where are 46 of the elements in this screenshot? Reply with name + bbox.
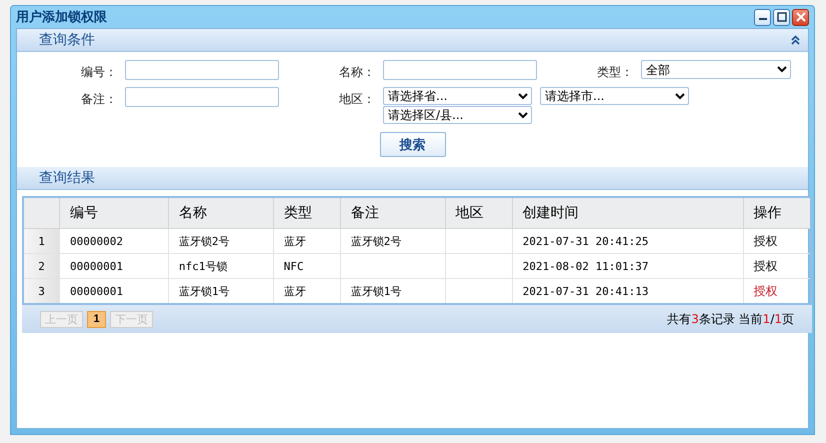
page-button[interactable]: 1 <box>87 310 106 328</box>
window-title: 用户添加锁权限 <box>16 8 108 26</box>
table-cell: 2021-08-02 11:01:37 <box>512 254 744 278</box>
close-button[interactable] <box>792 8 809 26</box>
close-icon <box>796 12 806 22</box>
minimize-button[interactable] <box>754 8 771 26</box>
field-label: 备注： <box>80 91 118 108</box>
table-cell <box>445 254 512 278</box>
section-title: 查询条件 <box>39 31 96 49</box>
column-header: 创建时间 <box>512 197 744 228</box>
authorize-link[interactable]: 授权 <box>754 284 778 298</box>
column-header: 地区 <box>445 197 512 228</box>
table-cell: 蓝牙锁2号 <box>168 228 274 254</box>
field-label: 名称： <box>338 64 376 81</box>
column-header: 编号 <box>60 197 168 228</box>
table-cell: 2021-07-31 20:41:25 <box>512 228 744 254</box>
column-header: 类型 <box>273 197 340 228</box>
maximize-icon <box>776 12 786 22</box>
type-dropdown[interactable]: 全部 <box>641 60 791 79</box>
maximize-button[interactable] <box>773 8 790 26</box>
table-cell <box>445 228 512 254</box>
table-cell: NFC <box>273 254 340 278</box>
collapse-icon[interactable] <box>791 35 800 45</box>
record-summary: 共有3条记录 当前1/1页 <box>667 310 794 328</box>
field-label: 地区： <box>338 91 376 108</box>
table-cell: 蓝牙 <box>273 228 340 254</box>
region-dropdown[interactable]: 请选择市... <box>540 87 689 105</box>
input-field[interactable] <box>383 60 537 80</box>
input-field[interactable] <box>125 87 279 107</box>
row-number: 1 <box>23 228 60 254</box>
region-dropdown[interactable]: 请选择区/县... <box>383 106 532 124</box>
column-header: 备注 <box>340 197 446 228</box>
search-button[interactable]: 搜索 <box>380 132 446 157</box>
row-number: 2 <box>23 254 60 278</box>
region-dropdown[interactable]: 请选择省... <box>383 87 532 105</box>
table-cell: 00000001 <box>60 254 168 278</box>
column-header: 名称 <box>168 197 274 228</box>
row-number: 3 <box>23 278 60 304</box>
table-cell: 00000002 <box>60 228 168 254</box>
table-cell: 蓝牙锁2号 <box>340 228 446 254</box>
field-label: 类型： <box>596 64 634 81</box>
section-title: 查询结果 <box>39 169 96 187</box>
input-field[interactable] <box>125 60 279 80</box>
table-cell: nfc1号锁 <box>168 254 274 278</box>
field-label: 编号： <box>80 64 118 81</box>
column-header: 操作 <box>743 197 811 228</box>
